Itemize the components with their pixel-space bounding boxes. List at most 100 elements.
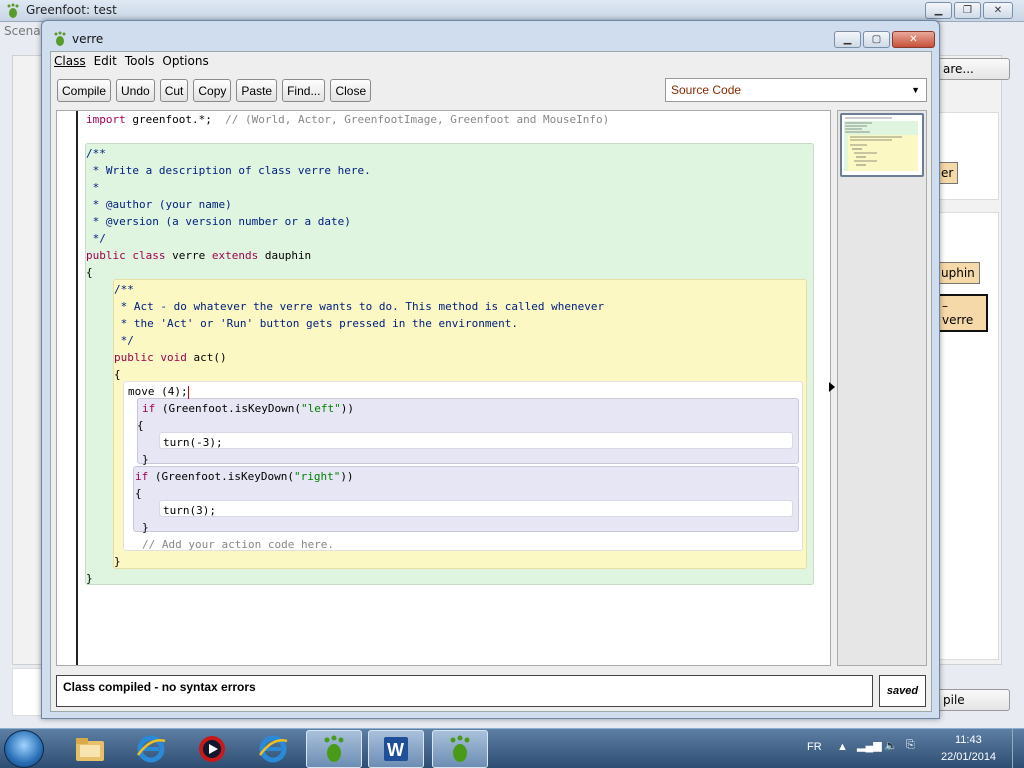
close-editor-button[interactable]: Close xyxy=(330,79,372,102)
menu-edit[interactable]: Edit xyxy=(94,54,117,70)
action-comment: // Add your action code here. xyxy=(142,538,335,551)
taskbar-media[interactable] xyxy=(184,730,240,768)
keyword: if xyxy=(135,470,149,483)
code-text: (Greenfoot.isKeyDown( xyxy=(155,402,301,415)
code-navigator[interactable] xyxy=(837,110,927,666)
class-declaration: public class verre extends dauphin xyxy=(86,247,311,264)
method-declaration: public void act() xyxy=(114,349,227,366)
greenfoot-foot-icon xyxy=(450,735,470,762)
internet-explorer-icon xyxy=(258,735,288,763)
close-button[interactable]: ✕ xyxy=(983,2,1013,19)
usb-device-icon[interactable]: ⎘ xyxy=(906,739,915,768)
editor-title-bar: verre ▁ ▢ ✕ xyxy=(42,21,939,51)
editor-minimize-button[interactable]: ▁ xyxy=(834,31,861,48)
code-comment: // (World, Actor, GreenfootImage, Greenf… xyxy=(225,113,610,126)
code-text: greenfoot.*; xyxy=(125,113,226,126)
keyword: public class xyxy=(86,249,166,262)
string-literal: "right" xyxy=(293,470,341,483)
editor-maximize-button[interactable]: ▢ xyxy=(863,31,890,48)
class-doc-line: */ xyxy=(86,232,106,245)
view-select-value: Source Code xyxy=(671,83,742,97)
method-doc-line: * the 'Act' or 'Run' button gets pressed… xyxy=(114,317,518,330)
navigator-preview xyxy=(844,117,918,171)
if-body-right xyxy=(159,500,793,517)
menu-class[interactable]: Class xyxy=(54,54,86,70)
start-button[interactable] xyxy=(4,730,44,768)
if-close-brace: } xyxy=(142,521,149,534)
compile-all-button[interactable]: pile xyxy=(936,689,1010,711)
class-doc-line: * @author (your name) xyxy=(86,198,232,211)
method-name: act() xyxy=(186,351,227,364)
share-button[interactable]: are... xyxy=(936,58,1010,80)
editor-title: verre xyxy=(72,32,104,46)
minimize-button[interactable]: ▁ xyxy=(925,2,952,19)
menu-tools[interactable]: Tools xyxy=(125,54,155,70)
cut-button[interactable]: Cut xyxy=(159,79,189,102)
view-select[interactable]: Source Code ▼ xyxy=(665,78,927,102)
keyword: extends xyxy=(211,249,259,262)
main-title-bar: Greenfoot: test ▁ ❐ ✕ xyxy=(0,0,1024,22)
taskbar-explorer[interactable] xyxy=(62,730,118,768)
code-line-turn-right: turn(3); xyxy=(163,504,216,517)
language-indicator[interactable]: FR xyxy=(807,741,822,768)
class-editor-window: verre ▁ ▢ ✕ Class Edit Tools Options Com… xyxy=(41,20,940,719)
taskbar-ie[interactable] xyxy=(123,730,179,768)
show-hidden-icons-icon[interactable]: ▲ xyxy=(837,741,848,768)
windows-taskbar: W FR ▲ ▂▄▆ 🔈 ⎘ 11:43 22/01/2014 xyxy=(0,728,1024,768)
class-doc-line: * @version (a version number or a date) xyxy=(86,215,351,228)
media-player-icon xyxy=(199,736,225,762)
greenfoot-foot-icon xyxy=(54,31,66,46)
if-close-brace: } xyxy=(142,453,149,466)
maximize-button[interactable]: ❐ xyxy=(954,2,981,19)
bottom-left-strip xyxy=(12,668,42,716)
keyword: import xyxy=(86,113,126,126)
code-line-if-right: if (Greenfoot.isKeyDown("right")) xyxy=(135,468,354,485)
code-line-move: move (4); xyxy=(128,383,189,400)
taskbar-word[interactable]: W xyxy=(368,730,424,768)
greenfoot-foot-icon xyxy=(7,3,19,18)
chevron-down-icon: ▼ xyxy=(911,85,920,95)
volume-icon[interactable]: 🔈 xyxy=(884,739,898,768)
class-name: verre xyxy=(165,249,212,262)
taskbar-ie-2[interactable] xyxy=(245,730,301,768)
folder-icon xyxy=(76,738,104,761)
method-close-brace: } xyxy=(114,555,121,568)
scenario-menu[interactable]: Scenar xyxy=(4,24,46,38)
keyword: public void xyxy=(114,351,187,364)
paste-button[interactable]: Paste xyxy=(236,79,278,102)
class-diagram-top xyxy=(936,112,999,200)
if-body-left xyxy=(159,432,793,449)
code-text: )) xyxy=(340,470,354,483)
string-literal: "left" xyxy=(300,402,341,415)
collapse-navigator-icon[interactable] xyxy=(829,382,835,392)
compile-button[interactable]: Compile xyxy=(57,79,112,102)
copy-button[interactable]: Copy xyxy=(193,79,232,102)
code-editor[interactable]: import greenfoot.*; // (World, Actor, Gr… xyxy=(56,110,831,666)
method-open-brace: { xyxy=(114,368,121,381)
class-close-brace: } xyxy=(86,572,93,585)
code-text: move (4); xyxy=(128,385,188,398)
editor-close-button[interactable]: ✕ xyxy=(892,31,935,48)
class-doc-line: /** xyxy=(86,147,106,160)
navigator-thumbnail[interactable] xyxy=(840,113,924,177)
find-button[interactable]: Find... xyxy=(282,79,326,102)
code-line-turn-left: turn(-3); xyxy=(163,436,223,449)
parent-class: dauphin xyxy=(258,249,312,262)
taskbar-greenfoot-2[interactable] xyxy=(432,730,488,768)
taskbar-greenfoot-1[interactable] xyxy=(306,730,362,768)
code-line-import: import greenfoot.*; // (World, Actor, Gr… xyxy=(86,111,609,128)
editor-toolbar: Compile Undo Cut Copy Paste Find... Clos… xyxy=(57,79,372,102)
show-desktop-button[interactable] xyxy=(1012,729,1024,768)
clock-date[interactable]: 22/01/2014 xyxy=(941,751,996,768)
class-box-dauphin[interactable]: uphin xyxy=(936,262,980,284)
code-gutter-line xyxy=(76,111,78,665)
class-box-verre[interactable]: – verre xyxy=(936,294,988,332)
if-open-brace: { xyxy=(137,419,144,432)
code-text: (Greenfoot.isKeyDown( xyxy=(148,470,294,483)
class-open-brace: { xyxy=(86,266,93,279)
network-icon[interactable]: ▂▄▆ xyxy=(857,739,882,768)
undo-button[interactable]: Undo xyxy=(116,79,155,102)
menu-options[interactable]: Options xyxy=(162,54,208,70)
method-doc-line: * Act - do whatever the verre wants to d… xyxy=(114,300,605,313)
code-text: )) xyxy=(340,402,354,415)
